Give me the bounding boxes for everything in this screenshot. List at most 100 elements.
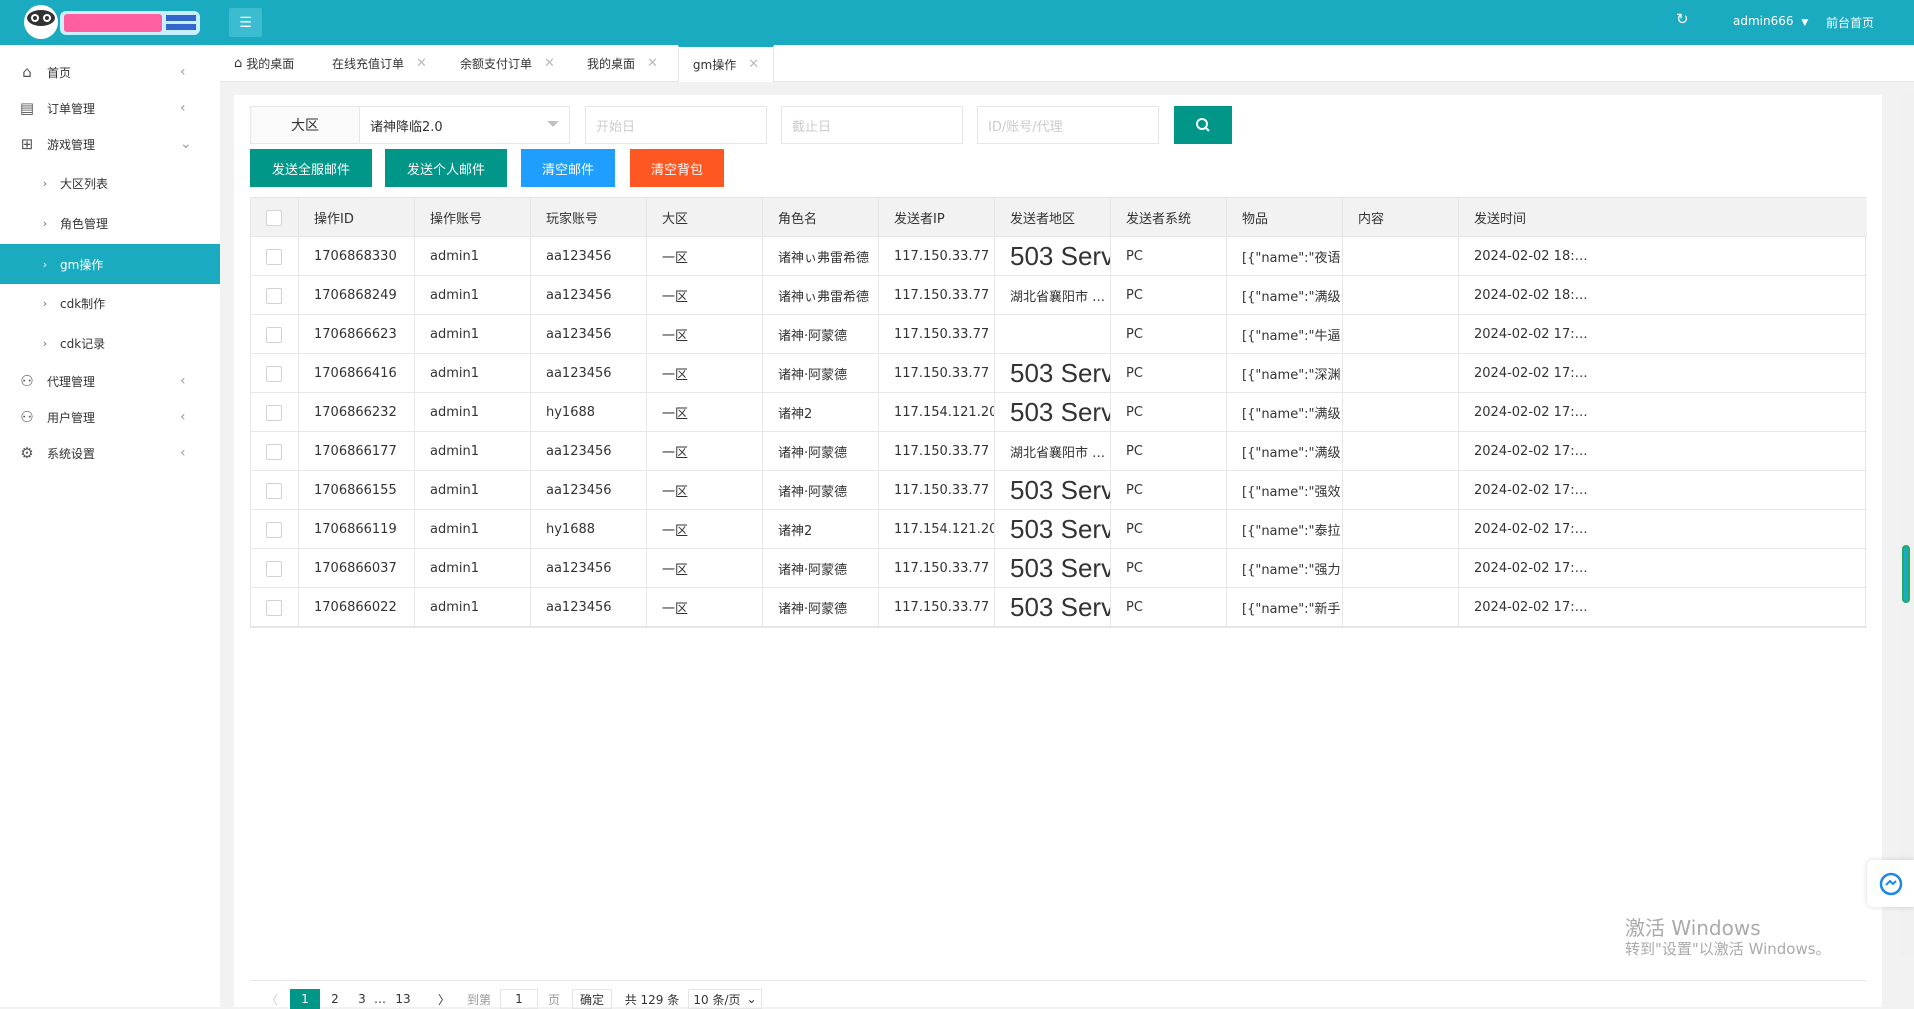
sidebar-item-cdk-log[interactable]: › cdk记录 bbox=[0, 326, 220, 360]
tab-label: 我的桌面 bbox=[246, 57, 295, 71]
row-checkbox[interactable] bbox=[266, 248, 282, 265]
page-size-select[interactable]: 10 条/页 ⌄ bbox=[688, 989, 762, 1009]
query-input[interactable]: ID/账号/代理 bbox=[977, 106, 1159, 144]
table-cell: 503 Servic bbox=[995, 354, 1111, 393]
row-checkbox[interactable] bbox=[266, 287, 282, 304]
send-all-mail-button[interactable]: 发送全服邮件 bbox=[250, 149, 372, 187]
table-cell: [{"name":"满级… bbox=[1227, 432, 1343, 471]
table-row[interactable]: 1706866155 admin1 aa123456 一区 诸神·阿蒙德 117.150.… bbox=[251, 471, 1867, 510]
sidebar-item-label: 游戏管理 bbox=[47, 137, 96, 152]
close-icon[interactable]: ✕ bbox=[544, 56, 555, 71]
search-button[interactable] bbox=[1174, 106, 1232, 144]
table-cell: [{"name":"新手… bbox=[1227, 588, 1343, 627]
end-date-input[interactable]: 截止日 bbox=[781, 106, 963, 144]
next-page-button[interactable]: 〉 bbox=[436, 989, 452, 1009]
column-header: 操作ID bbox=[299, 198, 415, 237]
sidebar-item-cdk-make[interactable]: › cdk制作 bbox=[0, 286, 220, 320]
goto-label: 到第 bbox=[466, 992, 491, 1007]
page-1-button[interactable]: 1 bbox=[290, 989, 320, 1009]
select-all-checkbox[interactable] bbox=[266, 209, 282, 226]
table-row[interactable]: 1706868330 admin1 aa123456 一区 诸神ぃ弗雷希德 117.150… bbox=[251, 237, 1867, 276]
table-row[interactable]: 1706866232 admin1 hy1688 一区 诸神2 117.154.121.2… bbox=[251, 393, 1867, 432]
page-2-button[interactable]: 2 bbox=[324, 989, 346, 1009]
page-13-button[interactable]: 13 bbox=[390, 989, 416, 1009]
checkbox-cell bbox=[251, 354, 299, 393]
menu-toggle-button[interactable]: ☰ bbox=[229, 8, 262, 37]
table-row[interactable]: 1706866623 admin1 aa123456 一区 诸神·阿蒙德 117.150.… bbox=[251, 315, 1867, 354]
table-row[interactable]: 1706866037 admin1 aa123456 一区 诸神·阿蒙德 117.150.… bbox=[251, 549, 1867, 588]
tab-gm[interactable]: gm操作 ✕ bbox=[678, 45, 774, 82]
tab-desktop[interactable]: 我的桌面 ✕ bbox=[587, 45, 658, 82]
tab-bar: ⌂ 我的桌面 在线充值订单 ✕ 余额支付订单 ✕ 我的桌面 ✕ gm操作 ✕ bbox=[220, 45, 1914, 82]
sidebar-item-label: gm操作 bbox=[60, 257, 104, 272]
sidebar-item-users[interactable]: ⚇ 用户管理 ‹ bbox=[0, 400, 220, 434]
table-cell: 1706866177 bbox=[299, 432, 415, 471]
row-checkbox[interactable] bbox=[266, 599, 282, 616]
front-home-link[interactable]: 前台首页 bbox=[1826, 14, 1874, 31]
sidebar-item-roles[interactable]: › 角色管理 bbox=[0, 206, 220, 240]
close-icon[interactable]: ✕ bbox=[416, 56, 427, 71]
refresh-icon[interactable]: ↻ bbox=[1676, 10, 1689, 28]
user-menu[interactable]: admin666 ▼ bbox=[1733, 14, 1808, 28]
clear-mail-button[interactable]: 清空邮件 bbox=[521, 149, 615, 187]
chevron-left-icon: ‹ bbox=[180, 373, 186, 389]
chevron-left-icon: ‹ bbox=[180, 64, 186, 80]
chevron-left-icon: ‹ bbox=[180, 100, 186, 116]
tab-balance-orders[interactable]: 余额支付订单 ✕ bbox=[460, 45, 555, 82]
row-checkbox[interactable] bbox=[266, 404, 282, 421]
table-row[interactable]: 1706868249 admin1 aa123456 一区 诸神ぃ弗雷希德 117.150… bbox=[251, 276, 1867, 315]
goto-confirm-button[interactable]: 确定 bbox=[572, 989, 612, 1009]
sidebar-item-gm[interactable]: › gm操作 bbox=[0, 244, 220, 284]
row-checkbox[interactable] bbox=[266, 365, 282, 382]
table-row[interactable]: 1706866022 admin1 aa123456 一区 诸神·阿蒙德 117.150.… bbox=[251, 588, 1867, 627]
table-cell bbox=[1343, 237, 1459, 276]
table-cell: 2024-02-02 17:… bbox=[1474, 327, 1588, 342]
pagination: 〈 1 2 3 … 13 〉 到第 1 页 确定 共 129 条 10 条/页 … bbox=[250, 980, 1866, 1009]
site-logo[interactable] bbox=[22, 3, 204, 41]
start-date-input[interactable]: 开始日 bbox=[585, 106, 767, 144]
sidebar-item-home[interactable]: ⌂ 首页 ‹ bbox=[0, 55, 220, 89]
region-select[interactable]: 诸神降临2.0 bbox=[359, 106, 570, 144]
table-cell: aa123456 bbox=[531, 549, 647, 588]
table-row[interactable]: 1706866119 admin1 hy1688 一区 诸神2 117.154.121.2… bbox=[251, 510, 1867, 549]
table-cell: 117.150.33.77 bbox=[879, 354, 995, 393]
column-header: 发送者系统 bbox=[1111, 198, 1227, 237]
sidebar-item-orders[interactable]: ▤ 订单管理 ‹ bbox=[0, 91, 220, 125]
chevron-right-icon: › bbox=[42, 336, 48, 350]
close-icon[interactable]: ✕ bbox=[748, 57, 759, 72]
page-3-button[interactable]: 3 bbox=[352, 989, 372, 1009]
clear-bag-button[interactable]: 清空背包 bbox=[630, 149, 724, 187]
row-checkbox[interactable] bbox=[266, 521, 282, 538]
table-cell: 一区 bbox=[647, 471, 763, 510]
table-cell: hy1688 bbox=[531, 510, 647, 549]
table-cell: 2024-02-02 17:… bbox=[1474, 522, 1588, 537]
sidebar-item-agent[interactable]: ⚇ 代理管理 ‹ bbox=[0, 364, 220, 398]
sidebar-item-region-list[interactable]: › 大区列表 bbox=[0, 166, 220, 200]
row-checkbox[interactable] bbox=[266, 482, 282, 499]
row-checkbox[interactable] bbox=[266, 560, 282, 577]
table-cell: 一区 bbox=[647, 393, 763, 432]
tab-desktop-home[interactable]: ⌂ 我的桌面 bbox=[234, 45, 308, 82]
table-cell: PC bbox=[1111, 510, 1227, 549]
sidebar-item-game[interactable]: ⊞ 游戏管理 ⌄ bbox=[0, 127, 220, 161]
windows-activation-hint: 转到"设置"以激活 Windows。 bbox=[1625, 940, 1831, 958]
tab-online-recharge[interactable]: 在线充值订单 ✕ bbox=[332, 45, 427, 82]
vertical-scrollbar[interactable] bbox=[1900, 95, 1914, 955]
prev-page-button[interactable]: 〈 bbox=[264, 989, 280, 1009]
floating-assistant-button[interactable] bbox=[1867, 860, 1914, 907]
sidebar-item-settings[interactable]: ⚙ 系统设置 ‹ bbox=[0, 436, 220, 470]
table-cell: 诸神·阿蒙德 bbox=[763, 588, 879, 627]
table-row[interactable]: 1706866177 admin1 aa123456 一区 诸神·阿蒙德 117.150.… bbox=[251, 432, 1867, 471]
send-personal-mail-button[interactable]: 发送个人邮件 bbox=[385, 149, 507, 187]
goto-page-input[interactable]: 1 bbox=[500, 989, 538, 1009]
scrollbar-thumb[interactable] bbox=[1902, 545, 1910, 603]
row-checkbox[interactable] bbox=[266, 443, 282, 460]
tab-label: 在线充值订单 bbox=[332, 57, 405, 71]
table-cell: [{"name":"泰拉… bbox=[1227, 510, 1343, 549]
close-icon[interactable]: ✕ bbox=[647, 56, 658, 71]
table-row[interactable]: 1706866416 admin1 aa123456 一区 诸神·阿蒙德 117.150.… bbox=[251, 354, 1867, 393]
checkbox-cell bbox=[251, 276, 299, 315]
row-checkbox[interactable] bbox=[266, 326, 282, 343]
table-cell: PC bbox=[1111, 393, 1227, 432]
column-header: 内容 bbox=[1343, 198, 1459, 237]
